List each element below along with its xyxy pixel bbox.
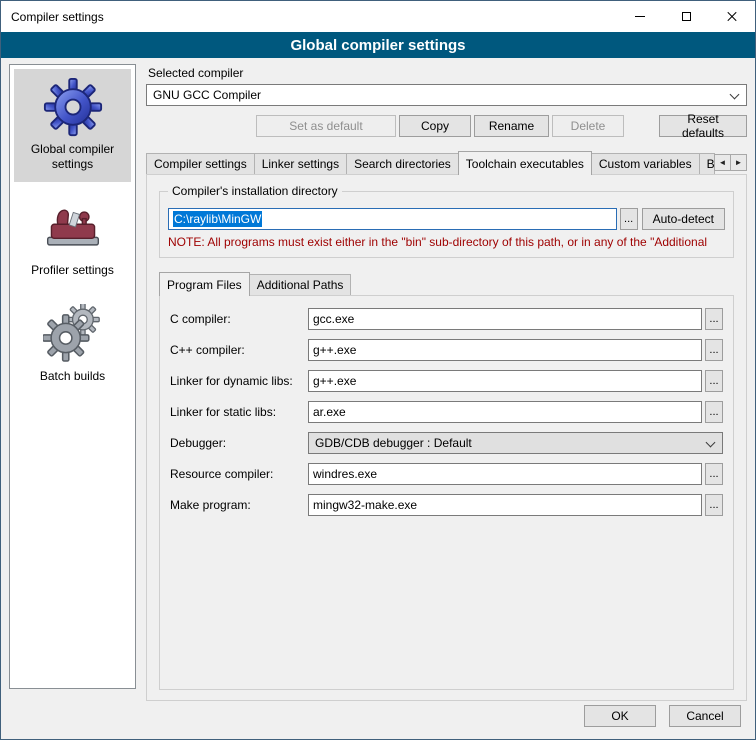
window-title: Compiler settings bbox=[1, 10, 617, 24]
field-label: Make program: bbox=[170, 498, 308, 512]
selected-compiler-select[interactable]: GNU GCC Compiler bbox=[146, 84, 747, 106]
browse-button[interactable]: ... bbox=[705, 401, 723, 423]
form-row: Resource compiler: windres.exe ... bbox=[170, 463, 723, 485]
cpp-compiler-input[interactable]: g++.exe bbox=[308, 339, 702, 361]
reset-defaults-button[interactable]: Reset defaults bbox=[659, 115, 747, 137]
compiler-settings-dialog: Compiler settings Global compiler settin… bbox=[0, 0, 756, 740]
chevron-down-icon bbox=[706, 438, 716, 448]
installation-directory-group: Compiler's installation directory C:\ray… bbox=[159, 191, 734, 258]
settings-sidebar: Global compiler settings Profiler settin… bbox=[9, 64, 136, 689]
copy-button[interactable]: Copy bbox=[399, 115, 471, 137]
form-row: Debugger: GDB/CDB debugger : Default bbox=[170, 432, 723, 454]
form-row: Linker for dynamic libs: g++.exe ... bbox=[170, 370, 723, 392]
tab-scrollers: ◄ ► bbox=[715, 154, 747, 171]
tab-scroll-left-button[interactable]: ◄ bbox=[714, 154, 731, 171]
main-area: Selected compiler GNU GCC Compiler Set a… bbox=[146, 64, 747, 701]
tab-scroll-right-button[interactable]: ► bbox=[730, 154, 747, 171]
rename-button[interactable]: Rename bbox=[474, 115, 549, 137]
maximize-icon bbox=[682, 12, 691, 21]
maximize-button[interactable] bbox=[663, 1, 709, 32]
selected-compiler-value: GNU GCC Compiler bbox=[153, 88, 261, 102]
resource-compiler-input[interactable]: windres.exe bbox=[308, 463, 702, 485]
make-program-input[interactable]: mingw32-make.exe bbox=[308, 494, 702, 516]
browse-button[interactable]: ... bbox=[705, 308, 723, 330]
dynamic-linker-input[interactable]: g++.exe bbox=[308, 370, 702, 392]
sidebar-item-global-compiler-settings[interactable]: Global compiler settings bbox=[14, 69, 131, 182]
minimize-button[interactable] bbox=[617, 1, 663, 32]
browse-button[interactable]: ... bbox=[705, 339, 723, 361]
selected-compiler-label: Selected compiler bbox=[148, 66, 747, 80]
selected-text: C:\raylib\MinGW bbox=[173, 211, 262, 227]
tab-search-directories[interactable]: Search directories bbox=[346, 153, 459, 174]
field-label: Linker for dynamic libs: bbox=[170, 374, 308, 388]
field-value: ar.exe bbox=[313, 405, 346, 419]
dialog-content: Global compiler settings Profiler settin… bbox=[1, 58, 755, 701]
tab-compiler-settings[interactable]: Compiler settings bbox=[146, 153, 255, 174]
delete-button[interactable]: Delete bbox=[552, 115, 624, 137]
browse-button[interactable]: ... bbox=[705, 494, 723, 516]
plane-tool-icon bbox=[43, 198, 103, 258]
programs-note: NOTE: All programs must exist either in … bbox=[168, 235, 725, 249]
form-row: Make program: mingw32-make.exe ... bbox=[170, 494, 723, 516]
form-row: Linker for static libs: ar.exe ... bbox=[170, 401, 723, 423]
debugger-select[interactable]: GDB/CDB debugger : Default bbox=[308, 432, 723, 454]
browse-button[interactable]: ... bbox=[705, 370, 723, 392]
installation-directory-input[interactable]: C:\raylib\MinGW bbox=[168, 208, 617, 230]
program-tab-bar: Program Files Additional Paths bbox=[159, 272, 734, 295]
field-label: Resource compiler: bbox=[170, 467, 308, 481]
sidebar-item-label: Batch builds bbox=[40, 369, 105, 384]
minimize-icon bbox=[635, 16, 645, 17]
page-title: Global compiler settings bbox=[1, 32, 755, 58]
close-icon bbox=[726, 11, 738, 23]
titlebar: Compiler settings bbox=[1, 1, 755, 32]
dialog-footer: OK Cancel bbox=[1, 701, 755, 739]
installation-directory-legend: Compiler's installation directory bbox=[168, 184, 342, 198]
compiler-toolbar: Set as default Copy Rename Delete Reset … bbox=[146, 115, 747, 137]
installation-directory-row: C:\raylib\MinGW ... Auto-detect bbox=[168, 208, 725, 230]
field-value: g++.exe bbox=[313, 343, 356, 357]
close-button[interactable] bbox=[709, 1, 755, 32]
chevron-down-icon bbox=[730, 90, 740, 100]
field-label: C compiler: bbox=[170, 312, 308, 326]
form-row: C++ compiler: g++.exe ... bbox=[170, 339, 723, 361]
gears-icon bbox=[43, 304, 103, 364]
field-value: gcc.exe bbox=[313, 312, 354, 326]
caption-buttons bbox=[617, 1, 755, 32]
set-as-default-button[interactable]: Set as default bbox=[256, 115, 396, 137]
sidebar-item-label: Global compiler settings bbox=[16, 142, 129, 172]
field-value: GDB/CDB debugger : Default bbox=[315, 436, 472, 450]
tab-program-files[interactable]: Program Files bbox=[159, 272, 250, 296]
ok-button[interactable]: OK bbox=[584, 705, 656, 727]
field-label: Linker for static libs: bbox=[170, 405, 308, 419]
static-linker-input[interactable]: ar.exe bbox=[308, 401, 702, 423]
field-value: g++.exe bbox=[313, 374, 356, 388]
cancel-button[interactable]: Cancel bbox=[669, 705, 741, 727]
tab-linker-settings[interactable]: Linker settings bbox=[254, 153, 347, 174]
tab-build-options[interactable]: Build bbox=[699, 153, 715, 174]
tab-additional-paths[interactable]: Additional Paths bbox=[249, 274, 352, 295]
program-files-panel: C compiler: gcc.exe ... C++ compiler: g+… bbox=[159, 295, 734, 690]
field-label: C++ compiler: bbox=[170, 343, 308, 357]
field-label: Debugger: bbox=[170, 436, 308, 450]
sidebar-item-profiler-settings[interactable]: Profiler settings bbox=[14, 190, 131, 288]
tab-custom-variables[interactable]: Custom variables bbox=[591, 153, 700, 174]
browse-button[interactable]: ... bbox=[705, 463, 723, 485]
field-value: windres.exe bbox=[313, 467, 377, 481]
field-value: mingw32-make.exe bbox=[313, 498, 417, 512]
c-compiler-input[interactable]: gcc.exe bbox=[308, 308, 702, 330]
settings-tab-bar: Compiler settings Linker settings Search… bbox=[146, 151, 747, 174]
browse-button[interactable]: ... bbox=[620, 208, 638, 230]
gear-icon bbox=[43, 77, 103, 137]
toolchain-executables-panel: Compiler's installation directory C:\ray… bbox=[146, 174, 747, 701]
sidebar-item-batch-builds[interactable]: Batch builds bbox=[14, 296, 131, 394]
tab-toolchain-executables[interactable]: Toolchain executables bbox=[458, 151, 592, 175]
sidebar-item-label: Profiler settings bbox=[31, 263, 114, 278]
auto-detect-button[interactable]: Auto-detect bbox=[642, 208, 725, 230]
form-row: C compiler: gcc.exe ... bbox=[170, 308, 723, 330]
